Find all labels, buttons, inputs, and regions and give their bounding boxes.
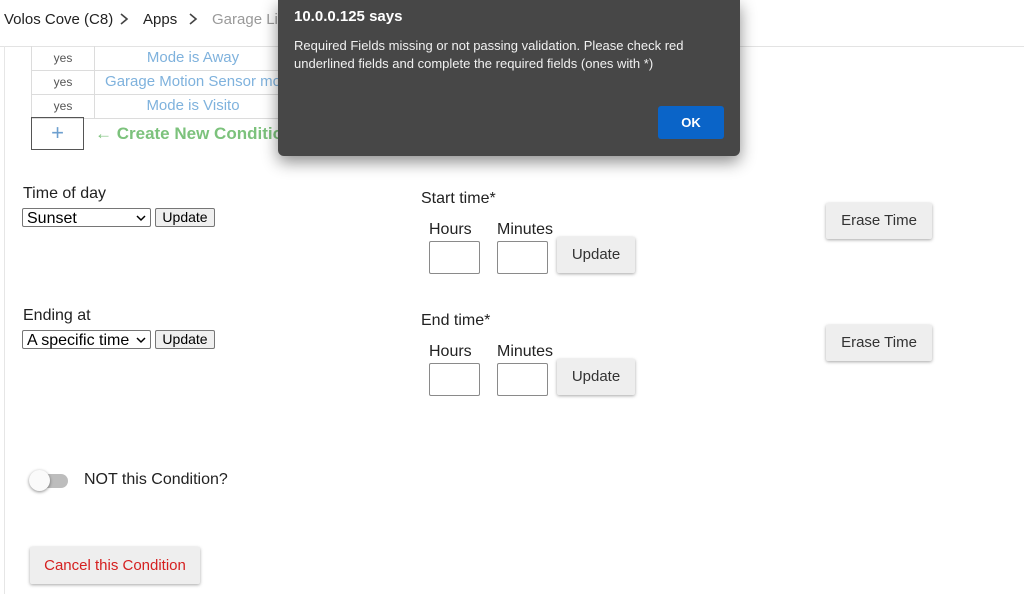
end-time-label: End time* — [421, 312, 491, 329]
content-left-border — [4, 46, 5, 594]
start-hours-label: Hours — [429, 221, 472, 238]
chevron-down-icon — [136, 337, 146, 344]
start-minutes-label: Minutes — [497, 221, 554, 238]
breadcrumb-apps-link[interactable]: Apps — [143, 11, 177, 28]
chevron-right-icon — [120, 13, 129, 25]
dialog-message: Required Fields missing or not passing v… — [294, 38, 684, 71]
start-hours-input[interactable] — [429, 241, 480, 274]
table-row: yes Mode is Visito — [31, 94, 291, 119]
dialog-title: 10.0.0.125 says — [294, 8, 403, 25]
start-minutes-input[interactable] — [497, 241, 548, 274]
dialog-ok-button[interactable]: OK — [658, 106, 724, 139]
condition-flag: yes — [31, 46, 95, 70]
start-time-label: Start time* — [421, 190, 496, 207]
condition-link[interactable]: Mode is Away — [95, 46, 291, 70]
end-minutes-label: Minutes — [497, 343, 554, 360]
end-time-erase-button[interactable]: Erase Time — [826, 325, 932, 361]
end-minutes-input[interactable] — [497, 363, 548, 396]
toggle-knob[interactable] — [29, 470, 50, 491]
breadcrumb-hub-link[interactable]: Volos Cove (C8) — [4, 11, 113, 28]
condition-flag: yes — [31, 94, 95, 118]
condition-flag: yes — [31, 70, 95, 94]
alert-dialog: 10.0.0.125 says Required Fields missing … — [278, 0, 740, 156]
ending-at-label: Ending at — [23, 307, 91, 324]
condition-link[interactable]: Mode is Visito — [95, 94, 291, 118]
create-new-condition-link[interactable]: ← Create New Conditio — [95, 124, 283, 144]
chevron-right-icon — [189, 13, 198, 25]
time-of-day-selected: Sunset — [27, 210, 77, 227]
time-of-day-label: Time of day — [23, 185, 106, 202]
chevron-down-icon — [136, 215, 146, 222]
ending-at-update-button[interactable]: Update — [155, 330, 215, 349]
add-condition-button[interactable]: + — [31, 117, 84, 150]
not-condition-label: NOT this Condition? — [84, 471, 228, 488]
cancel-condition-button[interactable]: Cancel this Condition — [30, 547, 200, 584]
ending-at-select[interactable]: A specific time — [22, 330, 151, 349]
end-hours-input[interactable] — [429, 363, 480, 396]
start-time-update-button[interactable]: Update — [557, 237, 635, 273]
time-of-day-update-button[interactable]: Update — [155, 208, 215, 227]
end-hours-label: Hours — [429, 343, 472, 360]
condition-link[interactable]: Garage Motion Sensor mo — [95, 70, 291, 94]
breadcrumb-current: Garage Lig — [212, 11, 287, 28]
time-of-day-select[interactable]: Sunset — [22, 208, 151, 227]
plus-icon: + — [51, 120, 64, 145]
table-row: yes Mode is Away — [31, 46, 291, 71]
ending-at-selected: A specific time — [27, 332, 130, 349]
end-time-update-button[interactable]: Update — [557, 359, 635, 395]
start-time-erase-button[interactable]: Erase Time — [826, 203, 932, 239]
table-row: yes Garage Motion Sensor mo — [31, 70, 291, 95]
